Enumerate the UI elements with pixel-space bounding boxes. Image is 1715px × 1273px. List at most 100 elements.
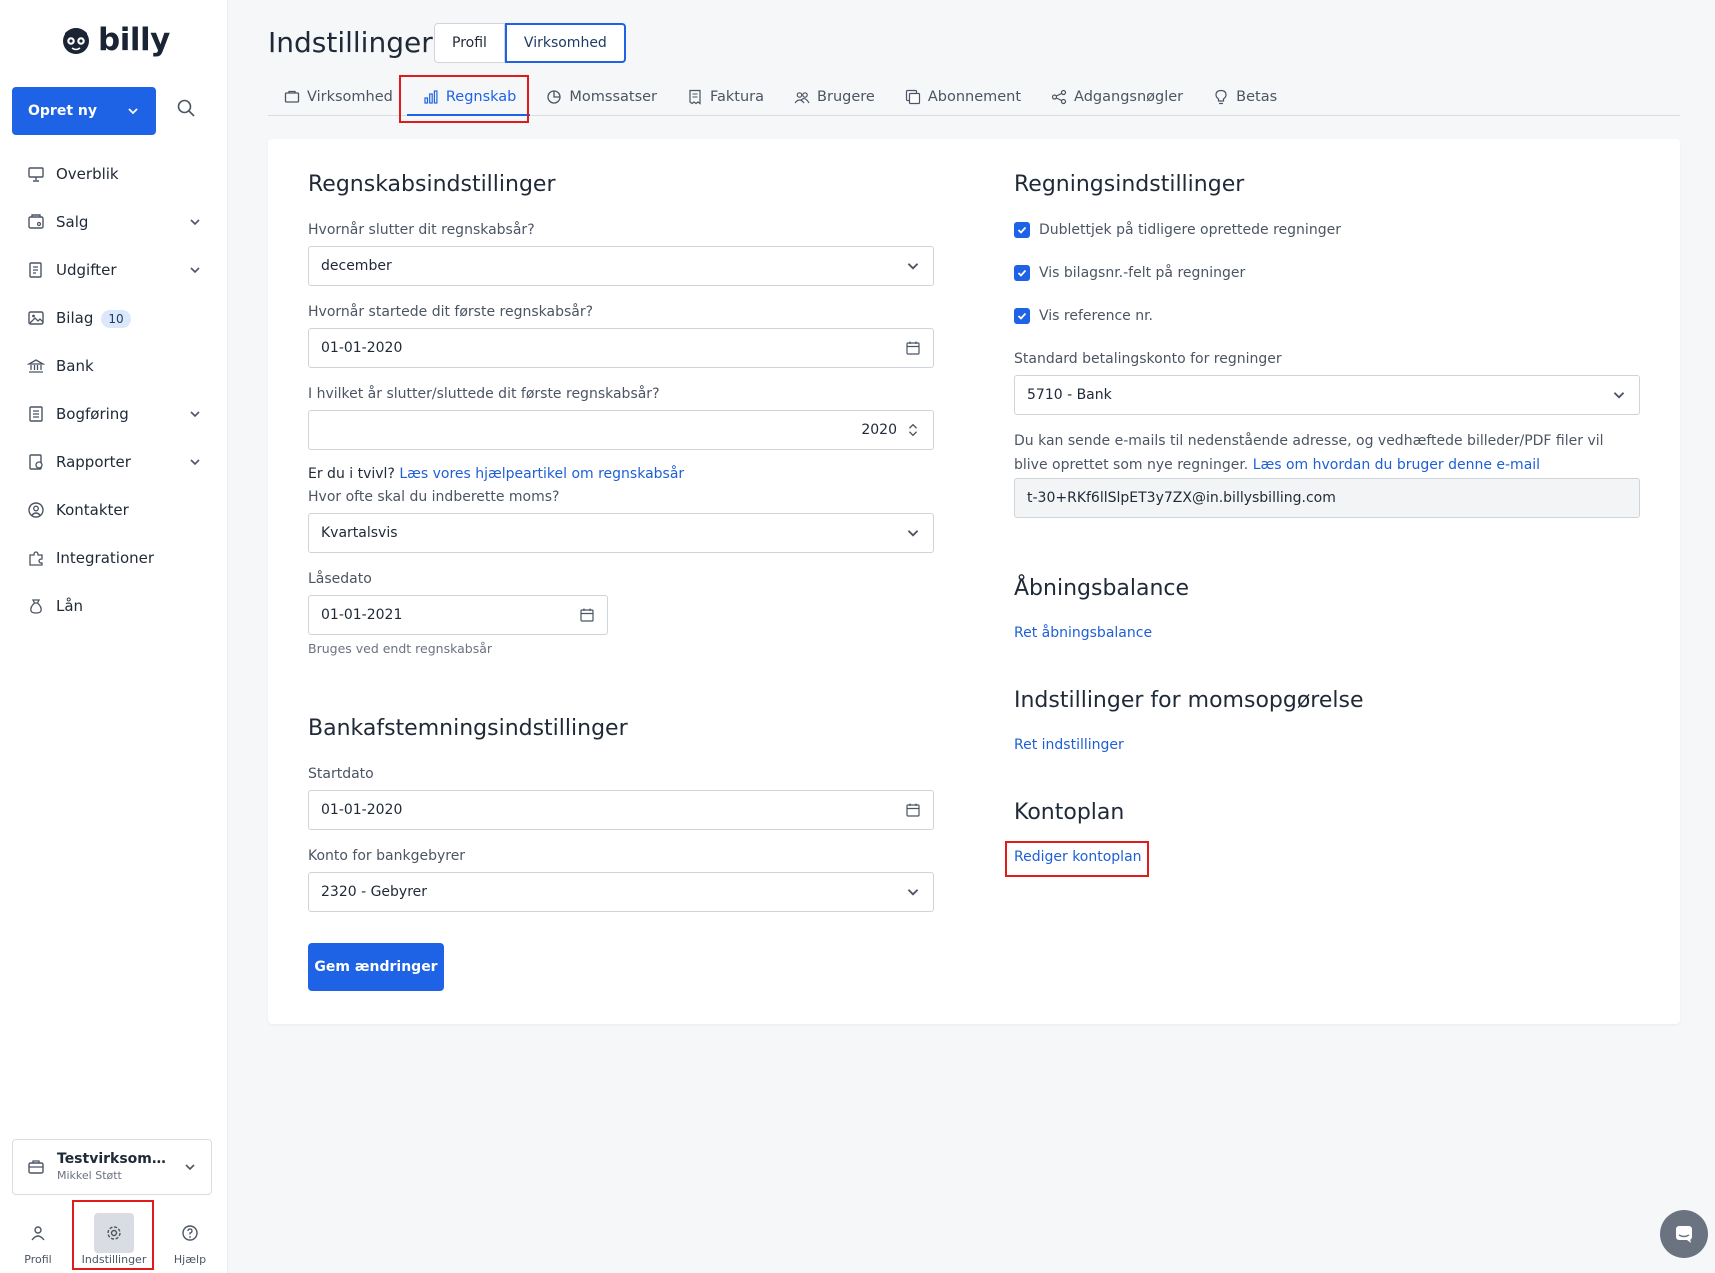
organization-name: Testvirksomhe... bbox=[57, 1151, 173, 1168]
help-button[interactable]: Hjælp bbox=[159, 1213, 221, 1266]
vat-frequency-select[interactable]: Kvartalsvis bbox=[308, 513, 934, 553]
bill-settings-title: Regningsindstillinger bbox=[1014, 172, 1245, 197]
tab-betas[interactable]: Betas bbox=[1197, 80, 1291, 114]
fiscal-year-help-link[interactable]: Læs vores hjælpeartikel om regnskabsår bbox=[399, 466, 684, 482]
chevron-down-icon bbox=[190, 411, 200, 418]
duplicate-check-checkbox[interactable]: Dublettjek på tidligere oprettede regnin… bbox=[1014, 222, 1341, 238]
sidebar-item-udgifter[interactable]: Udgifter bbox=[0, 246, 228, 294]
tab-abonnement[interactable]: Abonnement bbox=[889, 80, 1035, 114]
sidebar-item-integrationer[interactable]: Integrationer bbox=[0, 534, 228, 582]
accounting-settings-title: Regnskabsindstillinger bbox=[308, 172, 556, 197]
tab-label: Regnskab bbox=[445, 89, 517, 105]
show-reference-checkbox[interactable]: Vis reference nr. bbox=[1014, 308, 1153, 324]
save-changes-button[interactable]: Gem ændringer bbox=[308, 943, 444, 991]
bank-start-date-field[interactable]: 01-01-2020 bbox=[308, 790, 934, 830]
lock-date-value: 01-01-2021 bbox=[321, 607, 403, 623]
email-help-link[interactable]: Læs om hvordan du bruger denne e-mail bbox=[1253, 457, 1540, 473]
bank-start-label: Startdato bbox=[308, 766, 374, 782]
calendar-icon bbox=[906, 803, 920, 817]
count-badge: 10 bbox=[101, 309, 131, 328]
sidebar-item-bogforing[interactable]: Bogføring bbox=[0, 390, 228, 438]
sidebar-item-salg[interactable]: Salg bbox=[0, 198, 228, 246]
sidebar-item-label: Rapporter bbox=[56, 453, 131, 471]
puzzle-icon bbox=[26, 548, 46, 568]
sidebar-item-rapporter[interactable]: Rapporter bbox=[0, 438, 228, 486]
tab-label: Virksomhed bbox=[307, 89, 393, 105]
vat-report-settings-title: Indstillinger for momsopgørelse bbox=[1014, 688, 1364, 713]
sidebar-item-label: Kontakter bbox=[56, 501, 129, 519]
pie-chart-icon bbox=[546, 89, 562, 105]
user-name: Mikkel Støtt bbox=[57, 1168, 122, 1182]
checkbox-label: Dublettjek på tidligere oprettede regnin… bbox=[1039, 222, 1341, 238]
show-voucher-number-checkbox[interactable]: Vis bilagsnr.-felt på regninger bbox=[1014, 265, 1245, 281]
bank-fee-account-select[interactable]: 2320 - Gebyrer bbox=[308, 872, 934, 912]
tab-regnskab[interactable]: Regnskab bbox=[406, 80, 531, 116]
checkbox-label: Vis bilagsnr.-felt på regninger bbox=[1039, 265, 1246, 281]
brand-name: billy bbox=[98, 22, 170, 58]
gear-icon bbox=[107, 1225, 121, 1240]
sidebar-item-bilag[interactable]: Bilag 10 bbox=[0, 294, 228, 342]
reports-icon bbox=[26, 452, 46, 472]
bank-fee-value: 2320 - Gebyrer bbox=[321, 884, 428, 900]
tab-adgangsnogler[interactable]: Adgangsnøgler bbox=[1035, 80, 1197, 114]
organization-switcher[interactable]: Testvirksomhe... Mikkel Støtt bbox=[12, 1139, 212, 1195]
bulb-icon bbox=[1213, 89, 1229, 105]
ledger-icon bbox=[26, 404, 46, 424]
sidebar-item-label: Bank bbox=[56, 357, 94, 375]
users-icon bbox=[794, 89, 810, 105]
edit-opening-balance-link[interactable]: Ret åbningsbalance bbox=[1014, 625, 1152, 641]
tab-momssatser[interactable]: Momssatser bbox=[530, 80, 671, 114]
edit-vat-settings-link[interactable]: Ret indstillinger bbox=[1014, 737, 1124, 753]
opening-balance-title: Åbningsbalance bbox=[1014, 576, 1190, 601]
year-end-select[interactable]: december bbox=[308, 246, 934, 286]
chevron-down-icon bbox=[190, 219, 200, 226]
expenses-icon bbox=[26, 260, 46, 280]
briefcase-icon bbox=[28, 1160, 44, 1174]
calendar-icon bbox=[906, 341, 920, 355]
sales-icon bbox=[26, 212, 46, 232]
settings-button[interactable]: Indstillinger bbox=[82, 1212, 146, 1266]
year-end-label: Hvornår slutter dit regnskabsår? bbox=[308, 222, 535, 238]
sidebar-item-overblik[interactable]: Overblik bbox=[0, 150, 228, 198]
lock-date-label: Låsedato bbox=[308, 571, 372, 587]
first-end-year-stepper[interactable]: 2020 bbox=[308, 410, 934, 450]
first-start-date-field[interactable]: 01-01-2020 bbox=[308, 328, 934, 368]
segment-profil[interactable]: Profil bbox=[434, 23, 505, 63]
inbox-email-field[interactable]: t-30+RKf6llSlpET3y7ZX@in.billysbilling.c… bbox=[1014, 478, 1640, 518]
sidebar-item-label: Udgifter bbox=[56, 261, 117, 279]
first-start-value: 01-01-2020 bbox=[321, 340, 403, 356]
chevron-down-icon bbox=[128, 108, 138, 115]
create-new-button[interactable]: Opret ny bbox=[12, 87, 156, 135]
bank-settings-title: Bankafstemningsindstillinger bbox=[308, 716, 628, 741]
billy-logo[interactable]: billy bbox=[60, 22, 170, 58]
sidebar-nav: Overblik Salg Udgifter Bilag 10 Bank Bogf… bbox=[0, 150, 228, 630]
vat-frequency-value: Kvartalsvis bbox=[321, 525, 398, 541]
sidebar-item-lan[interactable]: Lån bbox=[0, 582, 228, 630]
payment-account-select[interactable]: 5710 - Bank bbox=[1014, 375, 1640, 415]
edit-chart-of-accounts-link[interactable]: Rediger kontoplan bbox=[1014, 849, 1142, 865]
lock-date-field[interactable]: 01-01-2021 bbox=[308, 595, 608, 635]
tab-faktura[interactable]: Faktura bbox=[671, 80, 778, 114]
search-button[interactable] bbox=[176, 98, 200, 122]
sidebar-item-kontakter[interactable]: Kontakter bbox=[0, 486, 228, 534]
tab-label: Momssatser bbox=[569, 89, 658, 105]
segment-virksomhed[interactable]: Virksomhed bbox=[504, 23, 626, 63]
sidebar-item-label: Bilag 10 bbox=[56, 309, 202, 328]
payment-account-label: Standard betalingskonto for regninger bbox=[1014, 351, 1282, 367]
sidebar-item-bank[interactable]: Bank bbox=[0, 342, 228, 390]
chevron-down-icon bbox=[190, 267, 200, 274]
chevron-down-icon bbox=[907, 530, 919, 537]
year-end-value: december bbox=[321, 258, 392, 274]
checkbox-label: Vis reference nr. bbox=[1039, 308, 1153, 324]
first-end-year-label: I hvilket år slutter/sluttede dit første… bbox=[308, 386, 660, 402]
stepper-arrows-icon[interactable] bbox=[905, 422, 921, 438]
settings-card: Regnskabsindstillinger Hvornår slutter d… bbox=[268, 139, 1680, 1024]
help-icon bbox=[182, 1224, 198, 1241]
settings-scope-toggle: Profil Virksomhed bbox=[434, 23, 626, 63]
profile-label: Profil bbox=[24, 1252, 52, 1266]
profile-button[interactable]: Profil bbox=[7, 1213, 69, 1266]
tab-brugere[interactable]: Brugere bbox=[778, 80, 889, 114]
chat-support-button[interactable] bbox=[1660, 1210, 1708, 1258]
tab-virksomhed[interactable]: Virksomhed bbox=[268, 80, 407, 114]
chevron-down-icon bbox=[190, 459, 200, 466]
